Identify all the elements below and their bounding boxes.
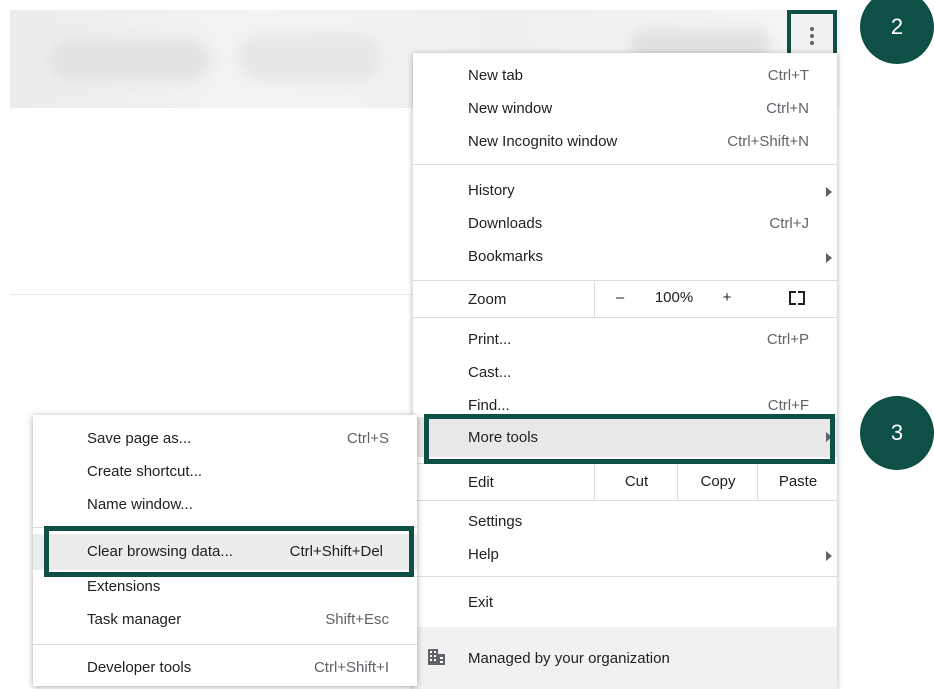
menu-item-label: New Incognito window — [468, 133, 618, 150]
cut-button[interactable]: Cut — [594, 464, 678, 500]
chevron-right-icon — [826, 551, 832, 561]
step-marker-2: 2 — [860, 0, 934, 64]
menu-item-bookmarks[interactable]: Bookmarks — [413, 242, 837, 272]
menu-item-label: Bookmarks — [468, 248, 544, 265]
menu-item-label: Save page as... — [87, 430, 192, 447]
menu-item-cast[interactable]: Cast... — [413, 358, 837, 388]
menu-item-label: Extensions — [87, 578, 161, 595]
menu-item-label: Downloads — [468, 215, 543, 232]
submenu-item-create-shortcut[interactable]: Create shortcut... — [33, 457, 417, 487]
menu-item-downloads[interactable]: Downloads Ctrl+J — [413, 209, 837, 239]
menu-separator — [413, 164, 837, 165]
menu-item-shortcut: Ctrl+F — [767, 397, 809, 414]
submenu-item-save-page[interactable]: Save page as... Ctrl+S — [33, 424, 417, 454]
menu-item-label: Create shortcut... — [87, 463, 203, 480]
paste-button[interactable]: Paste — [757, 464, 838, 500]
building-icon — [428, 649, 445, 665]
menu-item-label: Task manager — [87, 611, 182, 628]
menu-item-shortcut: Ctrl+J — [769, 215, 809, 232]
managed-by-organization[interactable]: Managed by your organization — [413, 627, 837, 689]
menu-item-label: New window — [468, 100, 553, 117]
menu-item-settings[interactable]: Settings — [413, 507, 837, 537]
zoom-in-button[interactable]: + — [715, 289, 739, 306]
menu-item-print[interactable]: Print... Ctrl+P — [413, 325, 837, 355]
menu-item-history[interactable]: History — [413, 176, 837, 206]
step-marker-3: 3 — [860, 396, 934, 470]
managed-label: Managed by your organization — [468, 650, 670, 667]
blurred-region — [50, 40, 210, 80]
menu-item-new-incognito-window[interactable]: New Incognito window Ctrl+Shift+N — [413, 127, 837, 157]
menu-item-label: Help — [468, 546, 499, 563]
menu-edit-row: Edit Cut Copy Paste — [413, 464, 837, 500]
menu-item-label: History — [468, 182, 515, 199]
menu-separator — [413, 317, 837, 318]
callout-more-tools — [424, 414, 835, 464]
submenu-item-task-manager[interactable]: Task manager Shift+Esc — [33, 605, 417, 635]
menu-item-shortcut: Ctrl+S — [346, 430, 389, 447]
menu-item-label: Exit — [468, 594, 494, 611]
menu-item-exit[interactable]: Exit — [413, 588, 837, 618]
blurred-region — [240, 35, 380, 80]
kebab-icon — [810, 27, 814, 45]
chevron-right-icon — [826, 187, 832, 197]
edit-label: Edit — [468, 474, 494, 491]
menu-item-new-tab[interactable]: New tab Ctrl+T — [413, 61, 837, 91]
menu-separator — [413, 576, 837, 577]
menu-item-shortcut: Ctrl+Shift+N — [727, 133, 809, 150]
zoom-label: Zoom — [468, 291, 507, 308]
menu-item-label: Cast... — [468, 364, 512, 381]
zoom-out-button[interactable]: – — [608, 289, 632, 306]
menu-item-new-window[interactable]: New window Ctrl+N — [413, 94, 837, 124]
browser-main-menu: New tab Ctrl+T New window Ctrl+N New Inc… — [413, 53, 837, 689]
menu-item-label: Print... — [468, 331, 512, 348]
zoom-level: 100% — [654, 289, 694, 306]
submenu-item-name-window[interactable]: Name window... — [33, 490, 417, 520]
menu-item-label: Developer tools — [87, 659, 192, 676]
menu-item-help[interactable]: Help — [413, 540, 837, 570]
menu-item-shortcut: Shift+Esc — [325, 611, 389, 628]
menu-item-shortcut: Ctrl+Shift+I — [313, 659, 389, 676]
menu-separator — [413, 280, 837, 281]
copy-button[interactable]: Copy — [677, 464, 758, 500]
zoom-controls: – 100% + — [594, 282, 838, 317]
menu-item-label: Settings — [468, 513, 523, 530]
submenu-item-developer-tools[interactable]: Developer tools Ctrl+Shift+I — [33, 653, 417, 683]
menu-separator — [413, 500, 837, 501]
page-divider — [10, 294, 420, 295]
menu-item-shortcut: Ctrl+P — [766, 331, 809, 348]
menu-item-label: Name window... — [87, 496, 193, 513]
menu-item-label: New tab — [468, 67, 524, 84]
menu-item-shortcut: Ctrl+T — [767, 67, 809, 84]
menu-zoom-row: Zoom – 100% + — [413, 282, 837, 317]
fullscreen-icon[interactable] — [789, 291, 805, 305]
callout-clear-browsing-data — [44, 526, 414, 577]
menu-item-shortcut: Ctrl+N — [766, 100, 809, 117]
menu-item-label: Find... — [468, 397, 510, 414]
menu-separator — [33, 644, 417, 645]
chevron-right-icon — [826, 253, 832, 263]
